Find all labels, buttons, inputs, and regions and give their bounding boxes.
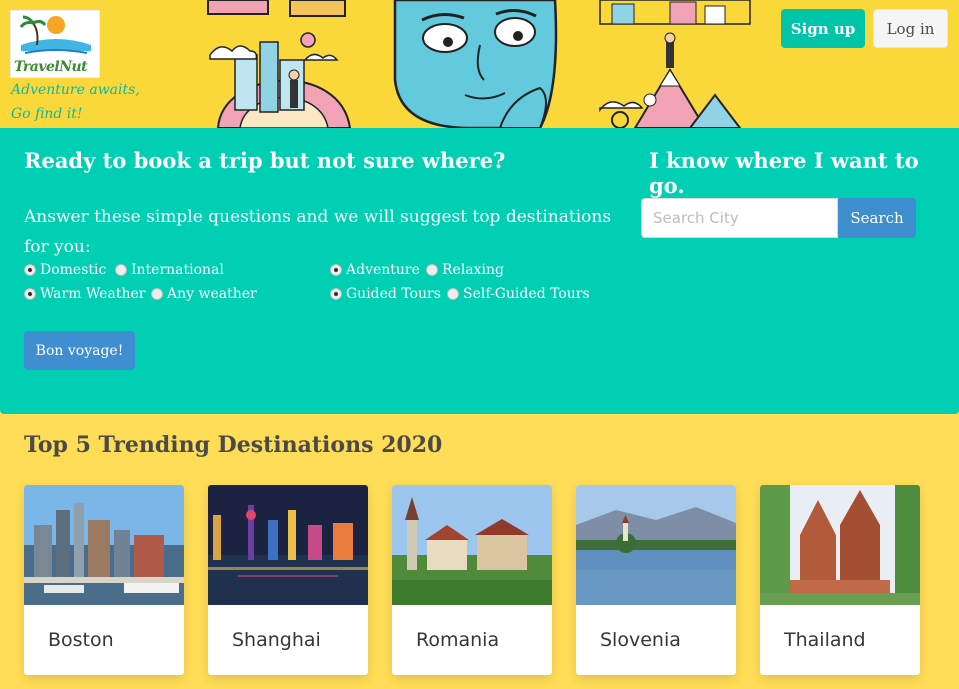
trending-title: Top 5 Trending Destinations 2020 [24,432,443,458]
tagline-line-1: Adventure awaits, [11,82,140,98]
tagline-line-2: Go find it! [11,106,83,122]
brand-logo[interactable]: TravelNut [10,10,100,78]
option-label: Guided Tours [346,286,441,302]
destination-card-thailand[interactable]: Thailand [760,485,920,675]
option-any-weather[interactable]: Any weather [151,286,257,302]
shanghai-photo [208,485,368,605]
radio-relaxing[interactable] [426,264,438,276]
destination-name: Shanghai [232,629,321,651]
search-title: I know where I want to go. [649,148,919,198]
option-label: Adventure [346,262,420,278]
radio-domestic[interactable] [24,264,36,276]
option-guided-tours[interactable]: Guided Tours [330,286,441,302]
radio-adventure[interactable] [330,264,342,276]
option-adventure[interactable]: Adventure [330,262,420,278]
radio-international[interactable] [115,264,127,276]
thailand-photo [760,485,920,605]
option-label: Relaxing [442,262,505,278]
option-label: Any weather [167,286,257,302]
option-self-guided-tours[interactable]: Self-Guided Tours [447,286,590,302]
login-button[interactable]: Log in [873,9,948,48]
destination-name: Thailand [784,629,866,651]
option-label: International [131,262,224,278]
slovenia-photo [576,485,736,605]
boston-photo [24,485,184,605]
destination-name: Boston [48,629,114,651]
radio-self-guided-tours[interactable] [447,288,459,300]
trip-finder-panel: Ready to book a trip but not sure where?… [0,128,959,414]
island-logo-icon [19,15,91,54]
radio-guided-tours[interactable] [330,288,342,300]
option-label: Self-Guided Tours [463,286,590,302]
hero-illustration [207,0,751,128]
option-domestic[interactable]: Domestic [24,262,106,278]
option-relaxing[interactable]: Relaxing [426,262,504,278]
option-warm-weather[interactable]: Warm Weather [24,286,145,302]
option-label: Warm Weather [40,286,146,302]
hero-banner: TravelNut Adventure awaits, Go find it! … [0,0,959,128]
finder-title: Ready to book a trip but not sure where? [24,148,506,173]
bon-voyage-button[interactable]: Bon voyage! [24,331,135,370]
radio-warm-weather[interactable] [24,288,36,300]
search-button[interactable]: Search [838,198,916,238]
destination-card-slovenia[interactable]: Slovenia [576,485,736,675]
destination-card-boston[interactable]: Boston [24,485,184,675]
romania-photo [392,485,552,605]
logo-text: TravelNut [14,59,88,75]
option-international[interactable]: International [115,262,224,278]
destination-card-romania[interactable]: Romania [392,485,552,675]
search-city-input[interactable] [641,198,838,238]
radio-any-weather[interactable] [151,288,163,300]
destination-name: Romania [416,629,500,651]
destination-name: Slovenia [600,629,681,651]
finder-question: Answer these simple questions and we wil… [24,207,612,257]
signup-button[interactable]: Sign up [781,9,865,48]
option-label: Domestic [40,262,107,278]
destination-card-shanghai[interactable]: Shanghai [208,485,368,675]
